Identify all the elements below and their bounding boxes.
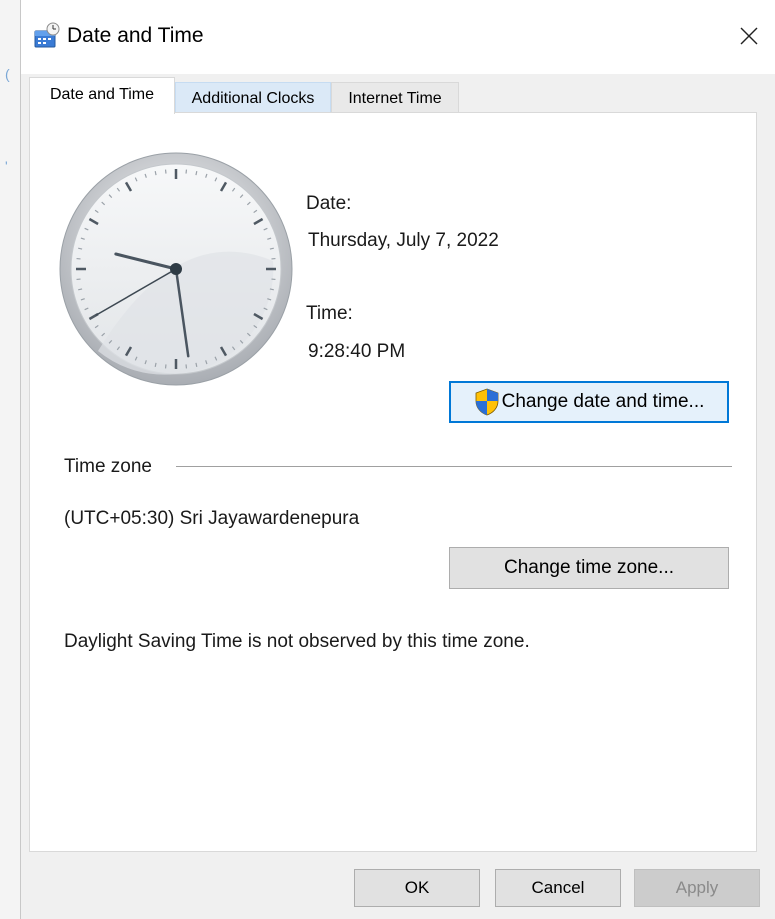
clock-minute-tick [269,288,274,291]
time-zone-section-label: Time zone [64,456,152,477]
window-title: Date and Time [67,24,204,47]
apply-button[interactable]: Apply [634,869,760,907]
clock-minute-tick [195,362,198,367]
analog-clock [59,152,293,386]
clock-minute-tick [78,247,83,250]
clock-minute-tick [78,288,83,291]
cancel-button[interactable]: Cancel [495,869,621,907]
section-divider [176,466,732,467]
tab-internet-time[interactable]: Internet Time [331,82,459,113]
change-date-time-button[interactable]: Change date and time... [449,381,729,423]
tab-additional-clocks[interactable]: Additional Clocks [175,82,331,113]
time-value: 9:28:40 PM [308,341,406,362]
title-bar[interactable]: Date and Time [21,0,775,74]
tab-panel-date-and-time: Date: Thursday, July 7, 2022 Time: 9:28:… [29,112,757,852]
date-value: Thursday, July 7, 2022 [308,230,499,251]
clock-minute-tick [154,362,157,367]
date-time-dialog: Date and Time Date and Time Additional C… [20,0,775,919]
date-label: Date: [306,193,352,214]
background-fragment-glyph: ( [5,66,10,82]
background-window-strip: ( ' [0,0,20,919]
date-time-app-icon [34,22,60,48]
background-fragment-glyph: ' [5,158,8,174]
change-date-time-label: Change date and time... [501,391,705,412]
change-time-zone-button[interactable]: Change time zone... [449,547,729,589]
tab-date-and-time[interactable]: Date and Time [29,77,175,114]
time-label: Time: [306,303,353,324]
clock-minute-tick [154,171,157,176]
ok-button[interactable]: OK [354,869,480,907]
clock-minute-tick [195,171,198,176]
clock-minute-tick [269,247,274,250]
time-zone-value: (UTC+05:30) Sri Jayawardenepura [64,508,360,529]
close-icon [740,27,758,45]
dst-note: Daylight Saving Time is not observed by … [64,631,530,652]
time-zone-section: Time zone [64,456,732,480]
uac-shield-icon [475,388,498,416]
clock-center-pin [170,263,182,275]
close-button[interactable] [722,12,775,60]
